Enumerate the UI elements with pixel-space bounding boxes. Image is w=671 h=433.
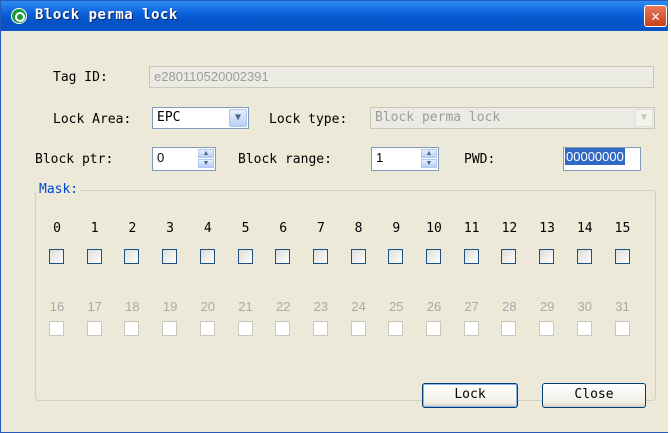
mask-bit-checkbox xyxy=(388,321,404,336)
mask-bit-label: 9 xyxy=(392,221,401,236)
mask-bit-checkbox xyxy=(426,321,441,336)
tag-id-label: Tag ID: xyxy=(53,70,108,85)
mask-bit-label: 16 xyxy=(49,299,65,314)
mask-bit-checkbox xyxy=(86,321,102,336)
mask-bit-label: 29 xyxy=(539,299,555,314)
mask-bit-label: 12 xyxy=(501,221,518,236)
mask-bit-checkbox[interactable] xyxy=(124,249,140,264)
mask-bit-label: 19 xyxy=(162,299,178,314)
mask-bit-label: 23 xyxy=(313,299,329,314)
mask-bit-checkbox xyxy=(501,321,517,336)
mask-bit-checkbox xyxy=(614,321,630,336)
mask-bit-checkbox[interactable] xyxy=(426,249,441,264)
mask-bit-label: 6 xyxy=(279,221,288,236)
mask-bit-label: 20 xyxy=(200,299,216,314)
block-ptr-value: 0 xyxy=(157,150,165,165)
mask-bit-checkbox xyxy=(237,321,253,336)
spin-up-icon[interactable]: ▲ xyxy=(198,149,214,158)
mask-bit-checkbox xyxy=(275,321,291,336)
tag-id-field: e280110520002391 xyxy=(149,66,654,88)
chevron-down-icon[interactable]: ▼ xyxy=(229,109,247,127)
block-ptr-spin-buttons[interactable]: ▲ ▼ xyxy=(198,149,214,169)
mask-bit-checkbox[interactable] xyxy=(275,249,291,264)
mask-bit-checkbox xyxy=(576,321,592,336)
mask-bit-label: 17 xyxy=(87,299,102,314)
pwd-label: PWD: xyxy=(464,152,496,167)
mask-bit-label: 2 xyxy=(128,221,137,236)
mask-bit-checkbox[interactable] xyxy=(501,249,517,264)
mask-bit-checkbox xyxy=(312,321,328,336)
mask-bit-label: 27 xyxy=(464,299,479,314)
mask-bit-checkbox[interactable] xyxy=(199,249,215,264)
mask-bit-checkbox[interactable] xyxy=(614,249,630,264)
mask-bit-checkbox xyxy=(49,321,64,336)
pwd-input[interactable]: 00000000 xyxy=(563,147,641,171)
mask-bit-label: 24 xyxy=(351,299,366,314)
mask-bit-label: 3 xyxy=(166,221,174,236)
lock-area-value: EPC xyxy=(157,110,181,125)
mask-bit-label: 14 xyxy=(576,221,593,236)
mask-bit-label: 21 xyxy=(238,299,253,314)
window-title: Block perma lock xyxy=(35,7,178,23)
mask-bit-checkbox[interactable] xyxy=(49,249,64,264)
mask-bit-checkbox[interactable] xyxy=(539,249,555,264)
mask-bit-label: 26 xyxy=(426,299,442,314)
lock-area-label: Lock Area: xyxy=(53,112,132,127)
mask-bit-checkbox xyxy=(539,321,555,336)
mask-bit-label: 8 xyxy=(354,221,363,236)
dialog-body: Tag ID: e280110520002391 Lock Area: EPC … xyxy=(5,31,664,429)
mask-bit-checkbox xyxy=(162,321,178,336)
mask-bit-checkbox[interactable] xyxy=(312,249,328,264)
mask-bit-label: 1 xyxy=(90,221,99,236)
mask-bit-label: 5 xyxy=(241,221,250,236)
lock-button[interactable]: Lock xyxy=(422,383,518,408)
close-window-button[interactable]: ✕ xyxy=(644,5,667,27)
mask-bit-checkbox xyxy=(463,321,479,336)
mask-bit-checkbox[interactable] xyxy=(350,249,366,264)
block-range-spinner[interactable]: 1 ▲ ▼ xyxy=(371,147,439,171)
mask-bit-label: 7 xyxy=(316,221,325,236)
dialog-window: Block perma lock ✕ Tag ID: e280110520002… xyxy=(0,0,668,433)
mask-bit-label: 4 xyxy=(203,221,212,236)
chevron-down-icon: ▼ xyxy=(635,109,653,127)
mask-bit-checkbox xyxy=(350,321,366,336)
mask-bit-label: 31 xyxy=(615,299,630,314)
mask-bit-checkbox[interactable] xyxy=(576,249,592,264)
mask-bit-label: 11 xyxy=(463,221,480,236)
lock-area-select[interactable]: EPC ▼ xyxy=(152,107,249,129)
mask-bit-label: 30 xyxy=(577,299,593,314)
mask-bit-checkbox[interactable] xyxy=(388,249,404,264)
mask-bit-checkbox xyxy=(199,321,215,336)
spin-up-icon[interactable]: ▲ xyxy=(421,149,437,158)
mask-bit-label: 0 xyxy=(53,221,61,236)
mask-bit-label: 25 xyxy=(389,299,404,314)
spin-down-icon[interactable]: ▼ xyxy=(198,159,214,168)
mask-bit-checkbox[interactable] xyxy=(237,249,253,264)
spin-down-icon[interactable]: ▼ xyxy=(421,159,437,168)
mask-bit-checkbox[interactable] xyxy=(463,249,479,264)
mask-bit-label: 22 xyxy=(275,299,291,314)
mask-bit-checkbox xyxy=(124,321,140,336)
pwd-value: 00000000 xyxy=(565,148,625,165)
lock-type-value: Block perma lock xyxy=(375,110,501,125)
close-button[interactable]: Close xyxy=(542,383,646,408)
app-icon xyxy=(11,8,27,24)
mask-bit-label: 28 xyxy=(502,299,517,314)
block-range-spin-buttons[interactable]: ▲ ▼ xyxy=(421,149,437,169)
block-ptr-label: Block ptr: xyxy=(35,152,114,167)
mask-bit-label: 10 xyxy=(426,221,442,236)
mask-bit-checkbox[interactable] xyxy=(86,249,102,264)
mask-group-label: Mask: xyxy=(37,182,81,197)
mask-bit-label: 18 xyxy=(125,299,140,314)
lock-type-select: Block perma lock ▼ xyxy=(370,107,655,129)
lock-type-label: Lock type: xyxy=(269,112,348,127)
mask-bit-label: 15 xyxy=(614,221,631,236)
block-ptr-spinner[interactable]: 0 ▲ ▼ xyxy=(152,147,216,171)
title-bar[interactable]: Block perma lock ✕ xyxy=(1,1,668,31)
block-range-label: Block range: xyxy=(238,152,332,167)
mask-bit-label: 13 xyxy=(539,221,555,236)
block-range-value: 1 xyxy=(376,150,384,165)
mask-bit-checkbox[interactable] xyxy=(162,249,178,264)
